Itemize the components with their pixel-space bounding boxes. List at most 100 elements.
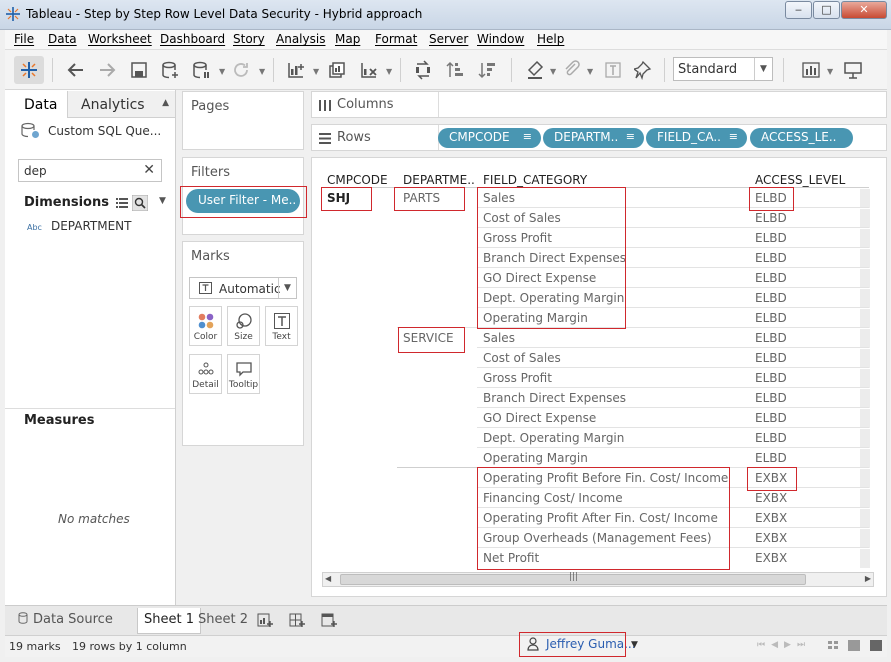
pause-updates-icon[interactable]	[191, 60, 211, 80]
field-category-cell[interactable]: Financing Cost/ Income	[483, 491, 623, 505]
new-story-tab-icon[interactable]	[320, 611, 338, 629]
sort-ascending-icon[interactable]	[445, 60, 465, 80]
color-button[interactable]: Color	[189, 306, 222, 346]
menu-dashboard[interactable]: Dashboard	[160, 32, 225, 46]
access-level-cell[interactable]: ELBD	[755, 371, 787, 385]
field-category-cell[interactable]: Operating Margin	[483, 311, 588, 325]
field-category-cell[interactable]: Branch Direct Expenses	[483, 391, 626, 405]
access-level-cell[interactable]: ELBD	[755, 291, 787, 305]
show-me-icon[interactable]	[801, 60, 821, 80]
tableau-logo-icon[interactable]	[14, 56, 44, 84]
rows-pill-cmpcode[interactable]: CMPCODE ≡	[438, 128, 541, 148]
save-icon[interactable]	[129, 60, 149, 80]
access-level-cell[interactable]: EXBX	[755, 531, 787, 545]
size-button[interactable]: Size	[227, 306, 260, 346]
rows-pill-field-category[interactable]: FIELD_CA.. ≡	[646, 128, 747, 148]
user-account-menu[interactable]: Jeffrey Guma...	[518, 632, 636, 656]
dimensions-menu-icon[interactable]: ▼	[159, 196, 166, 206]
field-category-cell[interactable]: Cost of Sales	[483, 211, 561, 225]
menu-format[interactable]: Format	[375, 32, 417, 46]
duplicate-sheet-icon[interactable]	[327, 60, 347, 80]
menu-file[interactable]: File	[14, 32, 34, 46]
clear-sheet-icon[interactable]	[359, 60, 379, 80]
menu-data[interactable]: Data	[48, 32, 77, 46]
field-category-cell[interactable]: Dept. Operating Margin	[483, 291, 624, 305]
dimension-field-department[interactable]: Abc DEPARTMENT	[27, 219, 132, 233]
header-field-category[interactable]: FIELD_CATEGORY	[483, 173, 587, 187]
tooltip-button[interactable]: Tooltip	[227, 354, 260, 394]
access-level-cell[interactable]: ELBD	[755, 231, 787, 245]
presentation-icon[interactable]	[843, 60, 863, 80]
mark-type-select[interactable]: Automatic ▼	[189, 277, 297, 299]
pages-shelf[interactable]: Pages	[182, 91, 304, 150]
text-button[interactable]: Text	[265, 306, 298, 346]
field-category-cell[interactable]: Gross Profit	[483, 371, 552, 385]
access-level-cell[interactable]: ELBD	[755, 451, 787, 465]
rows-pill-access-level[interactable]: ACCESS_LE..	[750, 128, 853, 148]
menu-server[interactable]: Server	[429, 32, 468, 46]
access-level-cell[interactable]: EXBX	[755, 491, 787, 505]
undo-icon[interactable]	[66, 60, 86, 80]
rows-pill-department[interactable]: DEPARTM.. ≡	[543, 128, 644, 148]
datasource-item[interactable]: Custom SQL Que...	[20, 122, 175, 140]
redo-icon[interactable]	[97, 60, 117, 80]
list-view-icon[interactable]	[115, 196, 129, 210]
access-level-cell[interactable]: ELBD	[755, 211, 787, 225]
maximize-button[interactable]: □	[813, 1, 840, 19]
tab-sheet-2[interactable]: Sheet 2	[192, 608, 254, 633]
access-level-cell[interactable]: ELBD	[755, 271, 787, 285]
tab-analytics[interactable]: Analytics ▲	[67, 91, 175, 118]
search-icon[interactable]	[132, 195, 148, 211]
refresh-icon[interactable]	[231, 60, 251, 80]
access-level-cell[interactable]: EXBX	[755, 551, 787, 565]
fix-axes-icon[interactable]	[634, 60, 654, 80]
menu-help[interactable]: Help	[537, 32, 564, 46]
header-access-level[interactable]: ACCESS_LEVEL	[755, 173, 845, 187]
scrollbar-thumb[interactable]: |||	[340, 572, 806, 585]
department-cell[interactable]: PARTS	[403, 191, 440, 205]
group-icon[interactable]	[562, 60, 582, 80]
field-category-cell[interactable]: Sales	[483, 191, 515, 205]
menu-story[interactable]: Story	[233, 32, 265, 46]
swap-rows-columns-icon[interactable]	[413, 60, 433, 80]
field-search-input[interactable]: dep ✕	[18, 159, 162, 182]
labels-icon[interactable]	[603, 60, 623, 80]
access-level-cell[interactable]: ELBD	[755, 311, 787, 325]
columns-shelf[interactable]: Columns	[311, 91, 887, 118]
access-level-cell[interactable]: ELBD	[755, 191, 787, 205]
fit-select[interactable]: Standard ▼	[673, 57, 773, 81]
field-category-cell[interactable]: GO Direct Expense	[483, 411, 596, 425]
department-cell[interactable]: SERVICE	[403, 331, 454, 345]
access-level-cell[interactable]: ELBD	[755, 331, 787, 345]
new-worksheet-icon[interactable]	[286, 60, 306, 80]
minimize-button[interactable]: ‒	[785, 1, 812, 19]
access-level-cell[interactable]: ELBD	[755, 431, 787, 445]
header-cmpcode[interactable]: CMPCODE	[327, 173, 388, 187]
new-worksheet-tab-icon[interactable]	[256, 611, 274, 629]
access-level-cell[interactable]: ELBD	[755, 251, 787, 265]
field-category-cell[interactable]: Operating Margin	[483, 451, 588, 465]
access-level-cell[interactable]: ELBD	[755, 351, 787, 365]
header-department[interactable]: DEPARTME..	[403, 173, 475, 187]
access-level-cell[interactable]: ELBD	[755, 411, 787, 425]
tab-data-source[interactable]: Data Source	[12, 608, 119, 633]
scroll-left-icon[interactable]: ◀	[325, 574, 331, 583]
scroll-right-icon[interactable]: ▶	[865, 574, 871, 583]
access-level-cell[interactable]: ELBD	[755, 391, 787, 405]
field-category-cell[interactable]: Operating Profit Before Fin. Cost/ Incom…	[483, 471, 728, 485]
field-category-cell[interactable]: Group Overheads (Management Fees)	[483, 531, 712, 545]
menu-worksheet[interactable]: Worksheet	[88, 32, 152, 46]
field-category-cell[interactable]: Cost of Sales	[483, 351, 561, 365]
field-category-cell[interactable]: Branch Direct Expenses	[483, 251, 626, 265]
new-datasource-icon[interactable]	[160, 60, 180, 80]
sort-descending-icon[interactable]	[477, 60, 497, 80]
field-category-cell[interactable]: Operating Profit After Fin. Cost/ Income	[483, 511, 718, 525]
cmpcode-cell[interactable]: SHJ	[327, 191, 350, 205]
field-category-cell[interactable]: GO Direct Expense	[483, 271, 596, 285]
menu-map[interactable]: Map	[335, 32, 360, 46]
sheet-navigation[interactable]: ⏮◀▶⏭	[757, 640, 811, 650]
user-menu-chevron-icon[interactable]: ▼	[631, 640, 638, 650]
access-level-cell[interactable]: EXBX	[755, 471, 787, 485]
field-category-cell[interactable]: Dept. Operating Margin	[483, 431, 624, 445]
field-category-cell[interactable]: Sales	[483, 331, 515, 345]
